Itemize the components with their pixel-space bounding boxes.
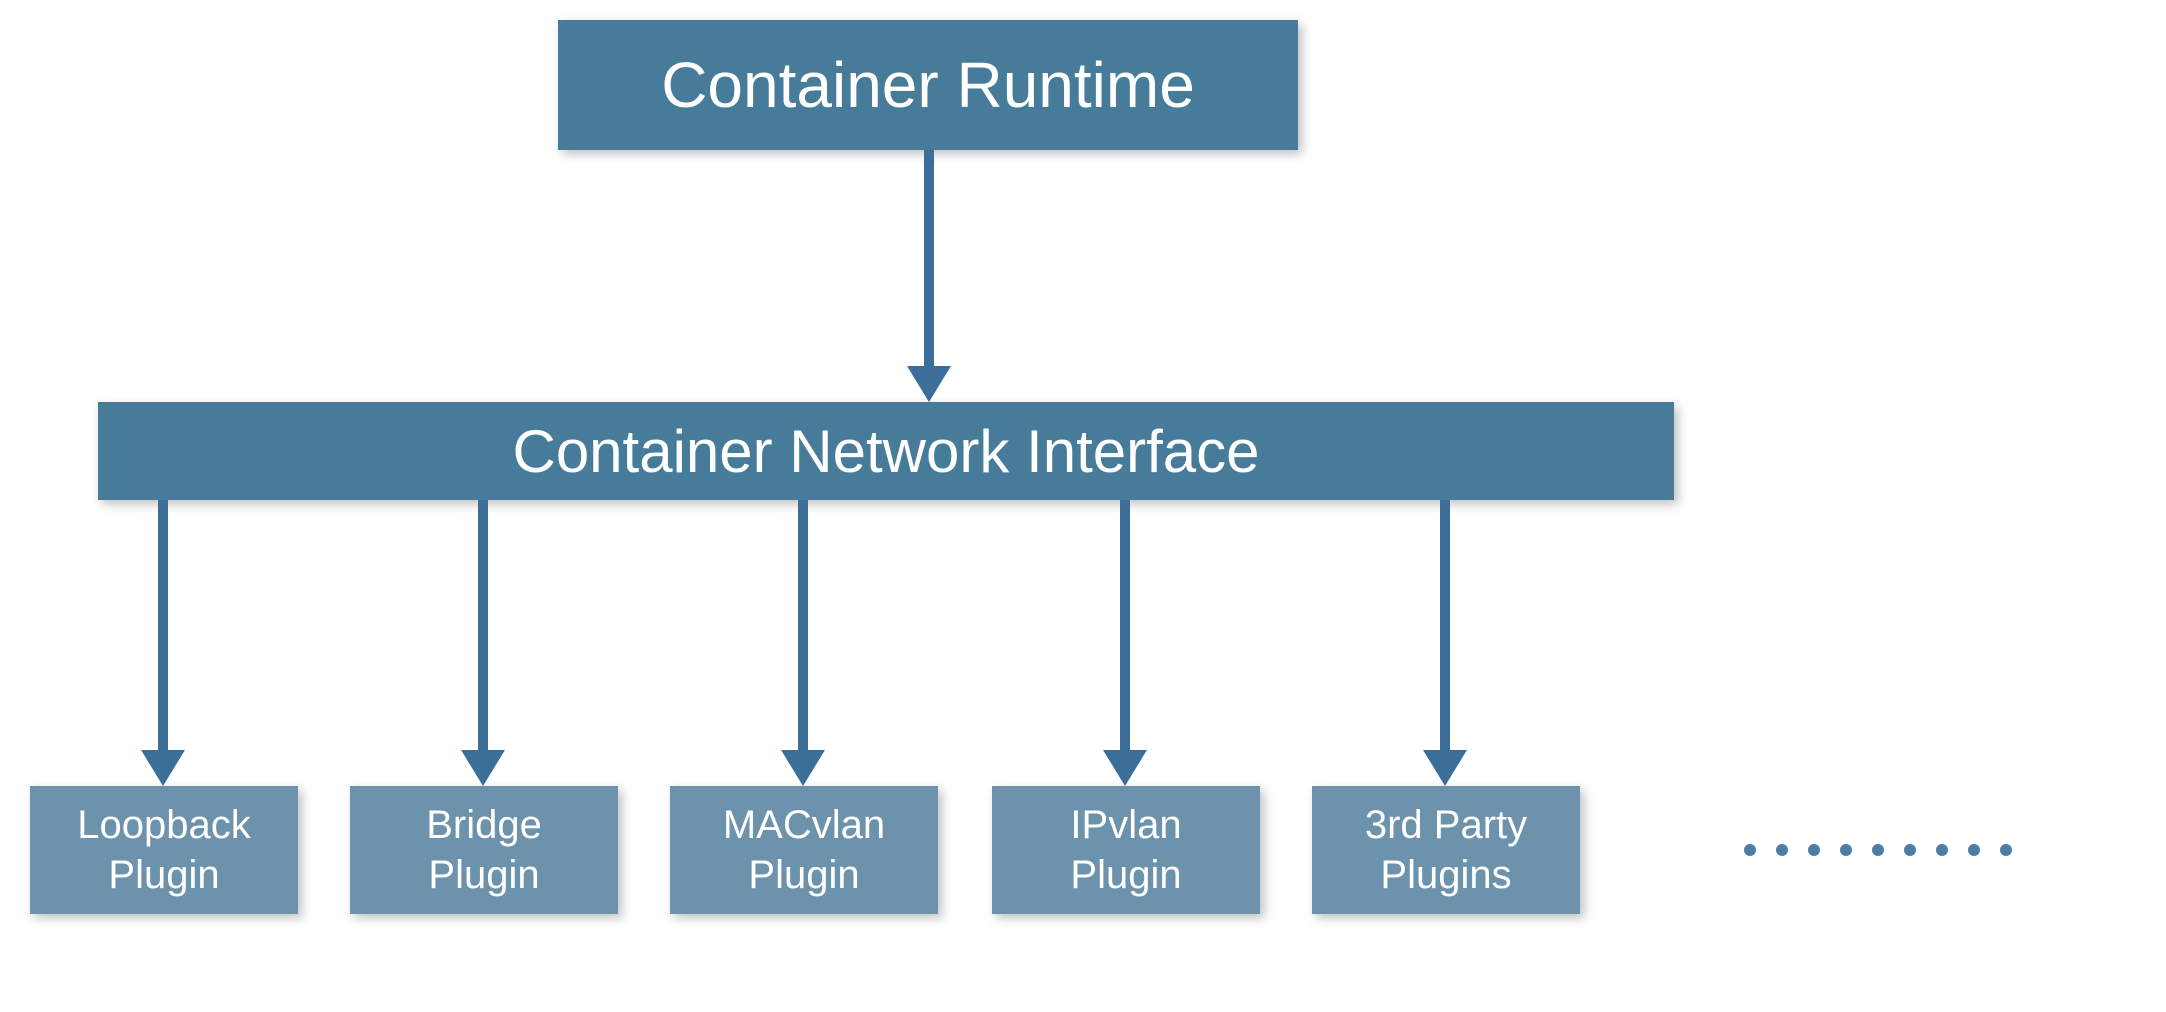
arrowhead-runtime-to-cni — [907, 366, 951, 402]
dot-icon — [1744, 844, 1756, 856]
arrow-runtime-to-cni — [924, 150, 934, 368]
arrowhead-cni-to-ipvlan — [1103, 750, 1147, 786]
3rdparty-plugins-label: 3rd Party Plugins — [1365, 800, 1527, 900]
arrowhead-cni-to-bridge — [461, 750, 505, 786]
container-runtime-box: Container Runtime — [558, 20, 1298, 150]
ipvlan-plugin-box: IPvlan Plugin — [992, 786, 1260, 914]
loopback-plugin-box: Loopback Plugin — [30, 786, 298, 914]
arrow-cni-to-ipvlan — [1120, 500, 1130, 752]
dot-icon — [1776, 844, 1788, 856]
arrow-cni-to-bridge — [478, 500, 488, 752]
arrowhead-cni-to-macvlan — [781, 750, 825, 786]
cni-label: Container Network Interface — [512, 417, 1259, 486]
container-runtime-label: Container Runtime — [661, 48, 1195, 122]
ipvlan-plugin-label: IPvlan Plugin — [1070, 800, 1181, 900]
arrow-cni-to-3rdparty — [1440, 500, 1450, 752]
ellipsis-dots — [1744, 844, 2012, 856]
bridge-plugin-box: Bridge Plugin — [350, 786, 618, 914]
3rdparty-plugins-box: 3rd Party Plugins — [1312, 786, 1580, 914]
dot-icon — [2000, 844, 2012, 856]
dot-icon — [1904, 844, 1916, 856]
arrow-cni-to-macvlan — [798, 500, 808, 752]
dot-icon — [1808, 844, 1820, 856]
dot-icon — [1840, 844, 1852, 856]
macvlan-plugin-label: MACvlan Plugin — [723, 800, 885, 900]
loopback-plugin-label: Loopback Plugin — [77, 800, 250, 900]
dot-icon — [1936, 844, 1948, 856]
dot-icon — [1872, 844, 1884, 856]
arrow-cni-to-loopback — [158, 500, 168, 752]
bridge-plugin-label: Bridge Plugin — [426, 800, 542, 900]
dot-icon — [1968, 844, 1980, 856]
arrowhead-cni-to-loopback — [141, 750, 185, 786]
cni-box: Container Network Interface — [98, 402, 1674, 500]
macvlan-plugin-box: MACvlan Plugin — [670, 786, 938, 914]
arrowhead-cni-to-3rdparty — [1423, 750, 1467, 786]
